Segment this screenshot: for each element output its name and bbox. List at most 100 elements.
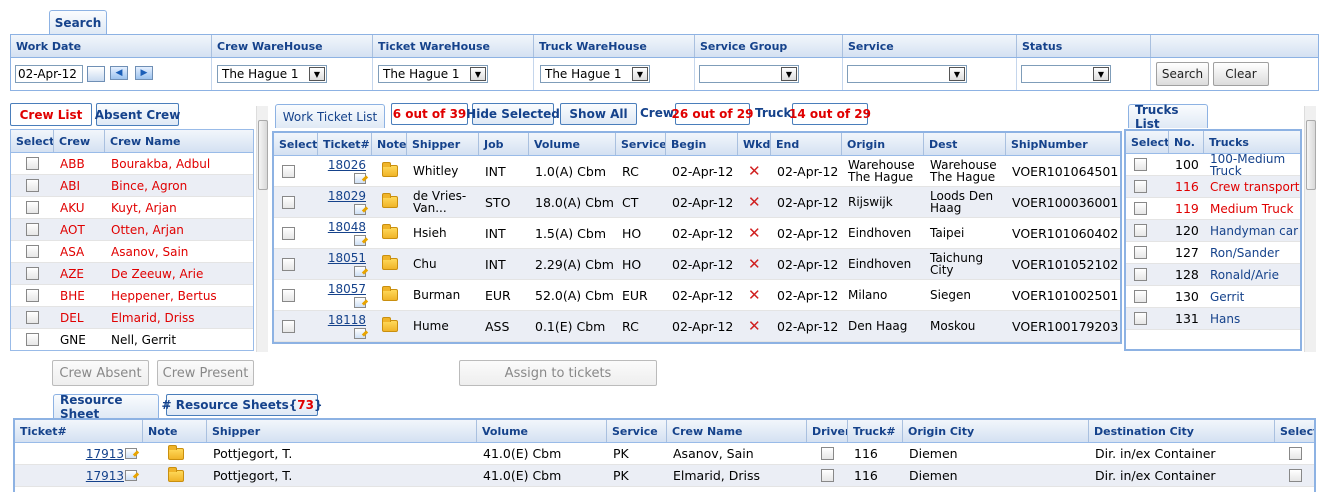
ticket-link[interactable]: 18051 (328, 251, 366, 265)
ticket-row[interactable]: 18026 Whitley INT 1.0(A) Cbm RC 02-Apr-12 02-A… (274, 156, 1120, 187)
assign-to-tickets-button[interactable]: Assign to tickets (459, 360, 657, 386)
truck-row[interactable]: 130 Gerrit (1126, 286, 1300, 308)
crew-present-button[interactable]: Crew Present (157, 360, 254, 386)
resource-row[interactable]: 17913 Pottjegort, T. 41.0(E) Cbm PK Elmarid,… (15, 465, 1314, 487)
truck-row[interactable]: 127 Ron/Sander (1126, 242, 1300, 264)
edit-icon[interactable] (354, 266, 366, 277)
truck-row[interactable]: 131 Hans (1126, 308, 1300, 330)
service-group-select[interactable]: ▼ (699, 65, 799, 83)
clear-button[interactable]: Clear (1213, 62, 1269, 86)
select-checkbox[interactable] (26, 245, 39, 258)
select-checkbox[interactable] (282, 226, 295, 240)
scroll-thumb[interactable] (258, 120, 268, 190)
truck-row[interactable]: 116 Crew transport (1126, 176, 1300, 198)
ticket-row[interactable]: 18029 de Vries-Van... STO 18.0(A) Cbm CT 02-A… (274, 187, 1120, 218)
tab-search[interactable]: Search (49, 10, 107, 34)
edit-icon[interactable] (354, 173, 366, 184)
ticket-link[interactable]: 17913 (86, 469, 124, 483)
folder-icon[interactable] (382, 162, 398, 177)
ticket-row[interactable]: 18048 Hsieh INT 1.5(A) Cbm HO 02-Apr-12 02-Apr… (274, 218, 1120, 249)
select-checkbox[interactable] (1134, 158, 1147, 171)
select-checkbox[interactable] (282, 195, 295, 209)
edit-icon[interactable] (125, 470, 137, 481)
select-checkbox[interactable] (282, 257, 295, 271)
edit-icon[interactable] (354, 235, 366, 246)
select-checkbox[interactable] (26, 201, 39, 214)
show-all-button[interactable]: Show All (560, 103, 637, 125)
ticket-link[interactable]: 18118 (328, 313, 366, 327)
select-checkbox[interactable] (1289, 447, 1302, 460)
tab-resource-sheets-count[interactable]: # Resource Sheets{ 73 } (161, 394, 323, 416)
select-checkbox[interactable] (26, 157, 39, 170)
select-checkbox[interactable] (1134, 312, 1147, 325)
edit-icon[interactable] (354, 297, 366, 308)
crew-scrollbar[interactable] (256, 106, 268, 352)
ticket-link[interactable]: 18048 (328, 220, 366, 234)
crew-row[interactable]: AOT Otten, Arjan (11, 219, 253, 241)
resource-row[interactable] (15, 487, 1314, 492)
tab-resource-sheet[interactable]: Resource Sheet (53, 393, 159, 421)
folder-icon[interactable] (382, 286, 398, 301)
driver-checkbox[interactable] (821, 469, 834, 482)
ticket-row[interactable]: 18118 Hume ASS 0.1(E) Cbm RC 02-Apr-12 02-Apr-… (274, 311, 1120, 342)
select-checkbox[interactable] (282, 288, 295, 302)
edit-icon[interactable] (125, 448, 137, 459)
search-button[interactable]: Search (1156, 62, 1209, 86)
folder-icon[interactable] (382, 193, 398, 208)
prev-date-icon[interactable]: ◀ (110, 66, 128, 80)
hide-selected-button[interactable]: Hide Selected (466, 103, 560, 125)
select-checkbox[interactable] (1134, 202, 1147, 215)
crew-row[interactable]: AZE De Zeeuw, Arie (11, 263, 253, 285)
select-checkbox[interactable] (1134, 180, 1147, 193)
ticket-row[interactable]: 18051 Chu INT 2.29(A) Cbm HO 02-Apr-12 02-Apr-… (274, 249, 1120, 280)
truck-row[interactable]: 100 100-Medium Truck (1126, 154, 1300, 176)
tab-work-ticket-list[interactable]: Work Ticket List (275, 104, 385, 128)
crew-warehouse-select[interactable]: The Hague 1 ▼ (217, 65, 327, 83)
select-checkbox[interactable] (1289, 469, 1302, 482)
select-checkbox[interactable] (26, 223, 39, 236)
truck-row[interactable]: 128 Ronald/Arie (1126, 264, 1300, 286)
crew-row[interactable]: ABI Bince, Agron (11, 175, 253, 197)
truck-warehouse-select[interactable]: The Hague 1 ▼ (540, 65, 650, 83)
select-checkbox[interactable] (26, 333, 39, 346)
tab-crew-list[interactable]: Crew List (10, 103, 92, 126)
select-checkbox[interactable] (1134, 246, 1147, 259)
crew-row[interactable]: ABB Bourakba, Adbul (11, 153, 253, 175)
select-checkbox[interactable] (1134, 224, 1147, 237)
ticket-link[interactable]: 18026 (328, 158, 366, 172)
truck-row[interactable]: 120 Handyman car (1126, 220, 1300, 242)
folder-icon[interactable] (168, 444, 184, 460)
tab-absent-crew[interactable]: Absent Crew (95, 103, 180, 126)
select-checkbox[interactable] (26, 267, 39, 280)
crew-row[interactable]: AKU Kuyt, Arjan (11, 197, 253, 219)
select-checkbox[interactable] (282, 319, 295, 333)
tab-trucks-list[interactable]: Trucks List (1128, 103, 1208, 131)
crew-row[interactable]: GNE Nell, Gerrit (11, 329, 253, 350)
scroll-thumb[interactable] (1306, 120, 1316, 190)
folder-icon[interactable] (382, 224, 398, 239)
driver-checkbox[interactable] (821, 447, 834, 460)
select-checkbox[interactable] (1134, 268, 1147, 281)
crew-row[interactable]: BHE Heppener, Bertus (11, 285, 253, 307)
resource-row[interactable]: 17913 Pottjegort, T. 41.0(E) Cbm PK Asanov, … (15, 443, 1314, 465)
crew-row[interactable]: ASA Asanov, Sain (11, 241, 253, 263)
crew-absent-button[interactable]: Crew Absent (52, 360, 149, 386)
select-checkbox[interactable] (26, 289, 39, 302)
ticket-link[interactable]: 17913 (86, 447, 124, 461)
next-date-icon[interactable]: ▶ (135, 66, 153, 80)
select-checkbox[interactable] (282, 164, 295, 178)
select-checkbox[interactable] (26, 311, 39, 324)
status-select[interactable]: ▼ (1021, 65, 1111, 83)
ticket-warehouse-select[interactable]: The Hague 1 ▼ (378, 65, 488, 83)
edit-icon[interactable] (354, 328, 366, 339)
folder-icon[interactable] (168, 466, 184, 482)
trucks-scrollbar[interactable] (1304, 106, 1316, 352)
ticket-link[interactable]: 18057 (328, 282, 366, 296)
ticket-row[interactable]: 18057 Burman EUR 52.0(A) Cbm EUR 02-Apr-12 02-… (274, 280, 1120, 311)
folder-icon[interactable] (382, 317, 398, 332)
edit-icon[interactable] (354, 204, 366, 215)
select-checkbox[interactable] (1134, 290, 1147, 303)
service-select[interactable]: ▼ (847, 65, 967, 83)
crew-row[interactable]: DEL Elmarid, Driss (11, 307, 253, 329)
calendar-icon[interactable] (87, 66, 105, 82)
